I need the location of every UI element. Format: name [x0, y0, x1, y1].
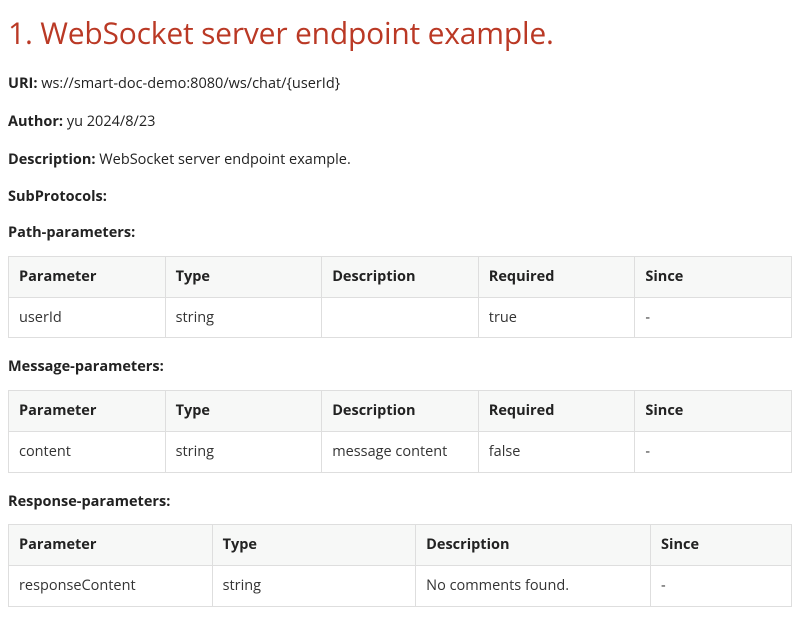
col-parameter: Parameter	[9, 391, 166, 432]
response-params-table: Parameter Type Description Since respons…	[8, 524, 792, 607]
col-parameter: Parameter	[9, 256, 166, 297]
table-header-row: Parameter Type Description Required Sinc…	[9, 391, 792, 432]
cell-required: false	[478, 431, 635, 472]
author-label: Author:	[8, 112, 63, 131]
col-type: Type	[165, 391, 322, 432]
col-required: Required	[478, 391, 635, 432]
col-since: Since	[635, 256, 792, 297]
cell-description	[322, 297, 479, 338]
description-value: WebSocket server endpoint example.	[99, 150, 350, 169]
page-title: 1. WebSocket server endpoint example.	[8, 10, 792, 55]
uri-field: URI: ws://smart-doc-demo:8080/ws/chat/{u…	[8, 73, 792, 95]
cell-since: -	[635, 431, 792, 472]
author-field: Author: yu 2024/8/23	[8, 111, 792, 133]
cell-parameter: content	[9, 431, 166, 472]
cell-type: string	[165, 297, 322, 338]
uri-label: URI:	[8, 74, 37, 93]
col-type: Type	[165, 256, 322, 297]
subprotocols-label: SubProtocols:	[8, 186, 792, 208]
col-parameter: Parameter	[9, 525, 213, 566]
col-since: Since	[635, 391, 792, 432]
response-params-label: Response-parameters:	[8, 491, 792, 513]
uri-value: ws://smart-doc-demo:8080/ws/chat/{userId…	[41, 74, 340, 93]
col-required: Required	[478, 256, 635, 297]
col-description: Description	[416, 525, 651, 566]
description-label: Description:	[8, 150, 96, 169]
table-header-row: Parameter Type Description Since	[9, 525, 792, 566]
col-description: Description	[322, 391, 479, 432]
path-params-label: Path-parameters:	[8, 222, 792, 244]
message-params-label: Message-parameters:	[8, 356, 792, 378]
path-params-table: Parameter Type Description Required Sinc…	[8, 256, 792, 339]
cell-required: true	[478, 297, 635, 338]
message-params-table: Parameter Type Description Required Sinc…	[8, 390, 792, 473]
cell-parameter: userId	[9, 297, 166, 338]
col-type: Type	[212, 525, 416, 566]
col-since: Since	[651, 525, 792, 566]
author-value: yu 2024/8/23	[67, 112, 156, 131]
col-description: Description	[322, 256, 479, 297]
cell-since: -	[635, 297, 792, 338]
cell-type: string	[165, 431, 322, 472]
table-header-row: Parameter Type Description Required Sinc…	[9, 256, 792, 297]
table-row: content string message content false -	[9, 431, 792, 472]
cell-description: message content	[322, 431, 479, 472]
description-field: Description: WebSocket server endpoint e…	[8, 149, 792, 171]
table-row: userId string true -	[9, 297, 792, 338]
